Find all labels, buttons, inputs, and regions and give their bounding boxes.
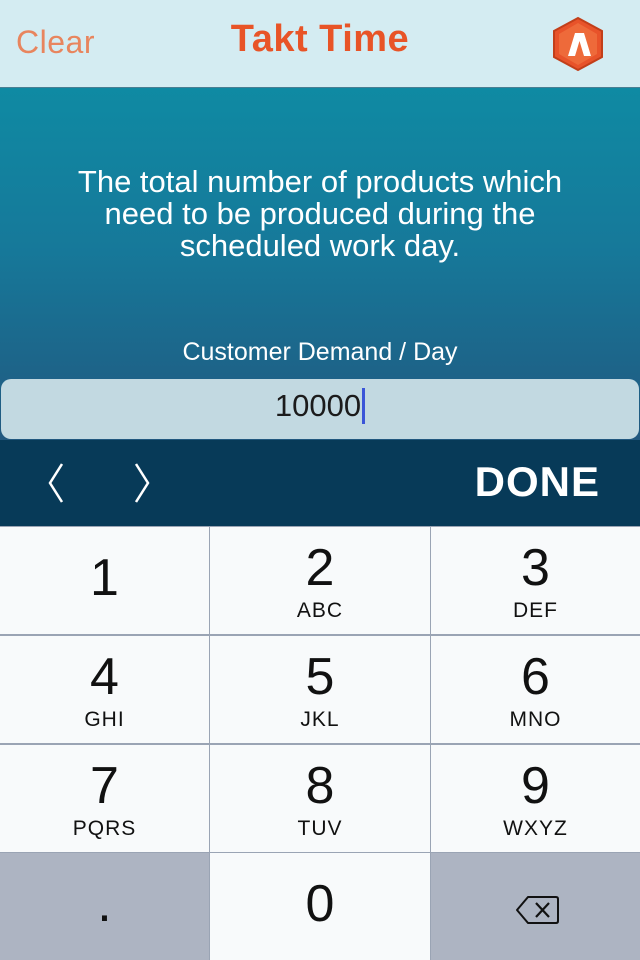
content-panel: The total number of products which need … — [0, 88, 640, 440]
key-digit: 0 — [305, 875, 335, 933]
chevron-right-icon[interactable] — [122, 458, 162, 508]
key-digit: 3 — [521, 539, 550, 597]
key-letters: DEF — [513, 599, 558, 622]
key-1[interactable]: 1 — [0, 527, 209, 634]
input-value: 10000 — [274, 388, 362, 423]
key-letters: JKL — [300, 708, 340, 731]
key-letters: TUV — [297, 817, 343, 840]
key-4[interactable]: 4 GHI — [0, 636, 209, 743]
key-3[interactable]: 3 DEF — [431, 527, 640, 634]
key-letters: GHI — [84, 708, 125, 731]
key-digit: 6 — [521, 648, 550, 706]
key-5[interactable]: 5 JKL — [210, 636, 430, 743]
key-digit: 1 — [90, 549, 119, 607]
key-digit: 5 — [305, 648, 335, 706]
key-9[interactable]: 9 WXYZ — [431, 745, 640, 852]
key-decimal[interactable]: . — [0, 853, 209, 960]
key-8[interactable]: 8 TUV — [210, 745, 430, 852]
key-letters: MNO — [509, 708, 562, 731]
numeric-keypad: 1 2 ABC 3 DEF 4 GHI 5 JKL 6 MNO 7 PQRS 8… — [0, 526, 640, 960]
key-letters: WXYZ — [503, 817, 568, 840]
key-2[interactable]: 2 ABC — [210, 527, 430, 634]
key-letters: ABC — [296, 599, 344, 622]
key-digit: 9 — [521, 757, 550, 815]
backspace-icon — [516, 896, 559, 924]
key-digit: 7 — [90, 757, 119, 815]
app-logo-icon[interactable] — [551, 16, 605, 72]
key-letters: PQRS — [72, 817, 137, 840]
keyboard-accessory-bar: DONE — [0, 440, 640, 526]
backspace-button[interactable] — [431, 853, 640, 960]
navigation-bar: Clear Takt Time — [0, 0, 640, 88]
page-title: Takt Time — [230, 18, 410, 60]
text-caret — [362, 387, 366, 424]
field-label: Customer Demand / Day — [182, 338, 458, 366]
description-text: The total number of products which need … — [77, 164, 563, 263]
key-digit: 2 — [305, 539, 335, 597]
key-6[interactable]: 6 MNO — [431, 636, 640, 743]
key-digit: 4 — [90, 648, 119, 706]
key-7[interactable]: 7 PQRS — [0, 745, 209, 852]
key-digit: 8 — [305, 757, 335, 815]
key-digit: . — [97, 875, 112, 933]
chevron-left-icon[interactable] — [36, 458, 76, 508]
done-button[interactable]: DONE — [475, 458, 600, 506]
customer-demand-input[interactable]: 10000 — [1, 379, 639, 439]
key-0[interactable]: 0 — [210, 853, 430, 960]
